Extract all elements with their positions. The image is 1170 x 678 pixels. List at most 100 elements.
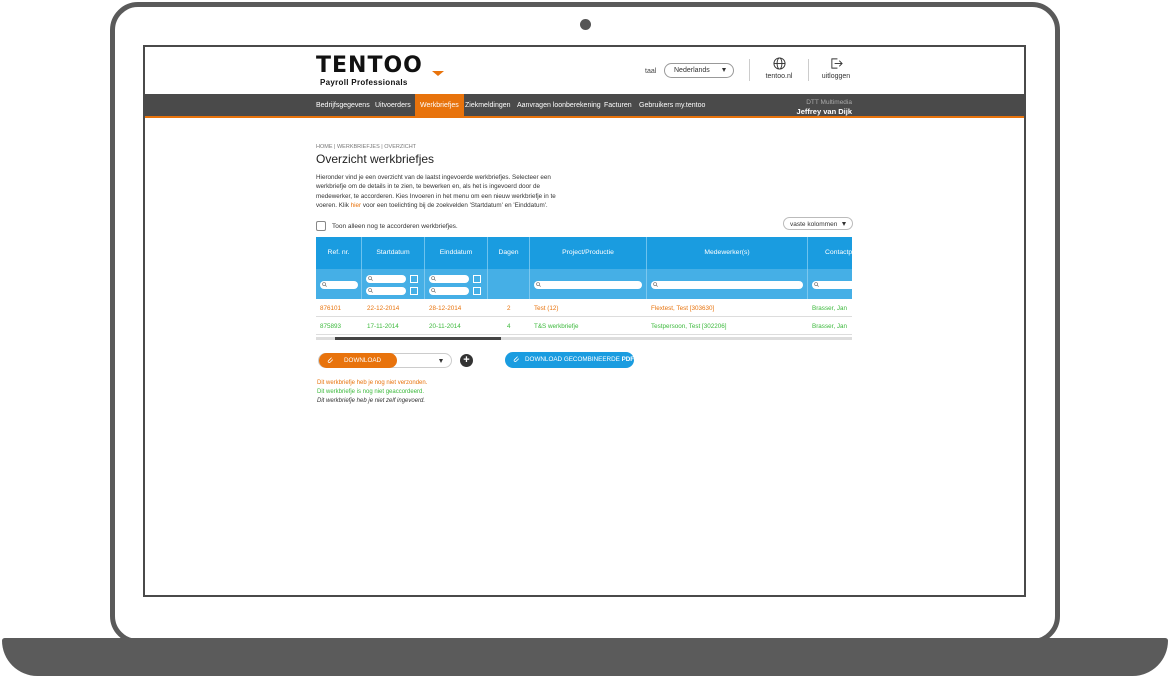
pdf-label: DOWNLOAD GECOMBINEERDE xyxy=(525,356,622,363)
filter-row xyxy=(316,269,852,299)
cell-contact: Brasser, Jan xyxy=(812,323,847,330)
header: TENTOO Payroll Professionals taal Nederl… xyxy=(145,47,1024,94)
paperclip-icon xyxy=(327,357,334,363)
start-to-input[interactable] xyxy=(366,287,406,295)
company-name: DTT Multimedia xyxy=(806,99,852,106)
werkbriefjes-table: Ref. nr. Startdatum Einddatum Dagen Proj… xyxy=(316,237,852,340)
nav-item-loonberekening[interactable]: Aanvragen loonberekening xyxy=(517,94,601,116)
table-header: Ref. nr. Startdatum Einddatum Dagen Proj… xyxy=(316,237,852,269)
approve-filter-checkbox[interactable] xyxy=(316,221,326,231)
search-icon xyxy=(368,276,373,281)
intro-text: Hieronder vind je een overzicht van de l… xyxy=(316,173,568,210)
search-icon xyxy=(536,282,541,287)
download-dropdown[interactable]: DOWNLOAD xyxy=(318,353,452,368)
filter-cell xyxy=(316,269,362,299)
search-icon xyxy=(814,282,819,287)
screen: TENTOO Payroll Professionals taal Nederl… xyxy=(143,45,1026,597)
columns-dropdown[interactable]: vaste kolommen xyxy=(783,217,853,230)
logout-link[interactable]: uitloggen xyxy=(811,57,861,80)
help-link[interactable]: hier xyxy=(351,202,362,209)
paperclip-icon xyxy=(513,356,520,362)
download-pdf-button[interactable]: DOWNLOAD GECOMBINEERDE PDF xyxy=(505,352,634,368)
language-select[interactable]: Nederlands xyxy=(664,63,734,78)
nav-item-gebruikers[interactable]: Gebruikers my.tentoo xyxy=(639,94,705,116)
site-link[interactable]: tentoo.nl xyxy=(754,57,804,80)
scrollbar-thumb[interactable] xyxy=(335,337,501,340)
user-name: Jeffrey van Dijk xyxy=(796,107,852,116)
contact-search-input[interactable] xyxy=(812,281,852,289)
col-contact[interactable]: Contactp xyxy=(808,237,852,269)
cell-contact: Brasser, Jan xyxy=(812,305,847,312)
legend-not-sent: Dit werkbriefje heb je nog niet verzonde… xyxy=(317,380,428,386)
main-nav: Bedrijfsgegevens Uitvoerders Werkbriefje… xyxy=(145,94,1024,118)
legend-not-self: Dit werkbriefje heb je niet zelf ingevoe… xyxy=(317,398,426,404)
cell-start: 22-12-2014 xyxy=(367,305,400,312)
filter-cell xyxy=(488,269,530,299)
breadcrumb: HOME | WERKBRIEFJES | OVERZICHT xyxy=(316,144,417,150)
calendar-icon[interactable] xyxy=(473,287,481,295)
end-from-input[interactable] xyxy=(429,275,469,283)
search-icon xyxy=(653,282,658,287)
divider xyxy=(808,59,809,81)
cell-employee: Testpersoon, Test [302206] xyxy=(651,323,727,330)
cell-ref: 875893 xyxy=(320,323,342,330)
cell-ref: 876101 xyxy=(320,305,342,312)
divider xyxy=(749,59,750,81)
add-button[interactable]: + xyxy=(460,354,473,367)
logout-label: uitloggen xyxy=(821,73,851,80)
end-to-input[interactable] xyxy=(429,287,469,295)
calendar-icon[interactable] xyxy=(410,287,418,295)
filter-cell xyxy=(647,269,808,299)
camera-icon xyxy=(580,19,591,30)
filter-cell xyxy=(530,269,647,299)
cell-end: 28-12-2014 xyxy=(429,305,462,312)
logo-tagline: Payroll Professionals xyxy=(320,78,408,87)
nav-item-facturen[interactable]: Facturen xyxy=(604,94,632,116)
filter-cell xyxy=(362,269,425,299)
search-icon xyxy=(322,282,327,287)
search-icon xyxy=(368,288,373,293)
language-label: taal xyxy=(645,68,657,75)
cell-project: T&S werkbriefje xyxy=(534,323,579,330)
search-icon xyxy=(431,276,436,281)
start-from-input[interactable] xyxy=(366,275,406,283)
table-row[interactable]: 876101 22-12-2014 28-12-2014 2 Test (12)… xyxy=(316,299,852,317)
language-value: Nederlands xyxy=(674,67,710,74)
cell-project: Test (12) xyxy=(534,305,559,312)
nav-item-bedrijfsgegevens[interactable]: Bedrijfsgegevens xyxy=(316,94,370,116)
cell-end: 20-11-2014 xyxy=(429,323,461,330)
table-row[interactable]: 875893 17-11-2014 20-11-2014 4 T&S werkb… xyxy=(316,317,852,335)
download-button[interactable]: DOWNLOAD xyxy=(319,353,397,368)
col-employee[interactable]: Medewerker(s) xyxy=(647,237,808,269)
chevron-down-icon xyxy=(722,68,726,72)
employee-search-input[interactable] xyxy=(651,281,803,289)
nav-item-ziekmeldingen[interactable]: Ziekmeldingen xyxy=(465,94,511,116)
project-search-input[interactable] xyxy=(534,281,642,289)
pdf-label-bold: PDF xyxy=(621,356,635,363)
nav-item-werkbriefjes[interactable]: Werkbriefjes xyxy=(415,94,464,118)
chevron-down-icon[interactable] xyxy=(439,359,443,363)
page-title: Overzicht werkbriefjes xyxy=(316,152,435,166)
col-end[interactable]: Einddatum xyxy=(425,237,488,269)
cell-days: 2 xyxy=(507,305,511,312)
active-nav-indicator xyxy=(432,71,444,76)
calendar-icon[interactable] xyxy=(473,275,481,283)
intro-text-part: voor een toelichting bij de zoekvelden '… xyxy=(361,201,548,209)
col-project[interactable]: Project/Productie xyxy=(530,237,647,269)
ref-search-input[interactable] xyxy=(320,281,358,289)
col-days[interactable]: Dagen xyxy=(488,237,530,269)
chevron-down-icon xyxy=(842,222,846,226)
col-start[interactable]: Startdatum xyxy=(362,237,425,269)
filter-cell xyxy=(425,269,488,299)
nav-item-uitvoerders[interactable]: Uitvoerders xyxy=(375,94,411,116)
site-link-label: tentoo.nl xyxy=(765,73,793,80)
logo[interactable]: TENTOO xyxy=(316,53,423,78)
legend-not-approved: Dit werkbriefje is nog niet geaccordeerd… xyxy=(317,389,425,395)
checkbox-label: Toon alleen nog te accorderen werkbriefj… xyxy=(332,223,458,230)
cell-days: 4 xyxy=(507,323,511,330)
cell-employee: Flextest, Test [303630] xyxy=(651,305,715,312)
col-ref[interactable]: Ref. nr. xyxy=(316,237,362,269)
cell-start: 17-11-2014 xyxy=(367,323,399,330)
laptop-base xyxy=(2,638,1168,676)
calendar-icon[interactable] xyxy=(410,275,418,283)
